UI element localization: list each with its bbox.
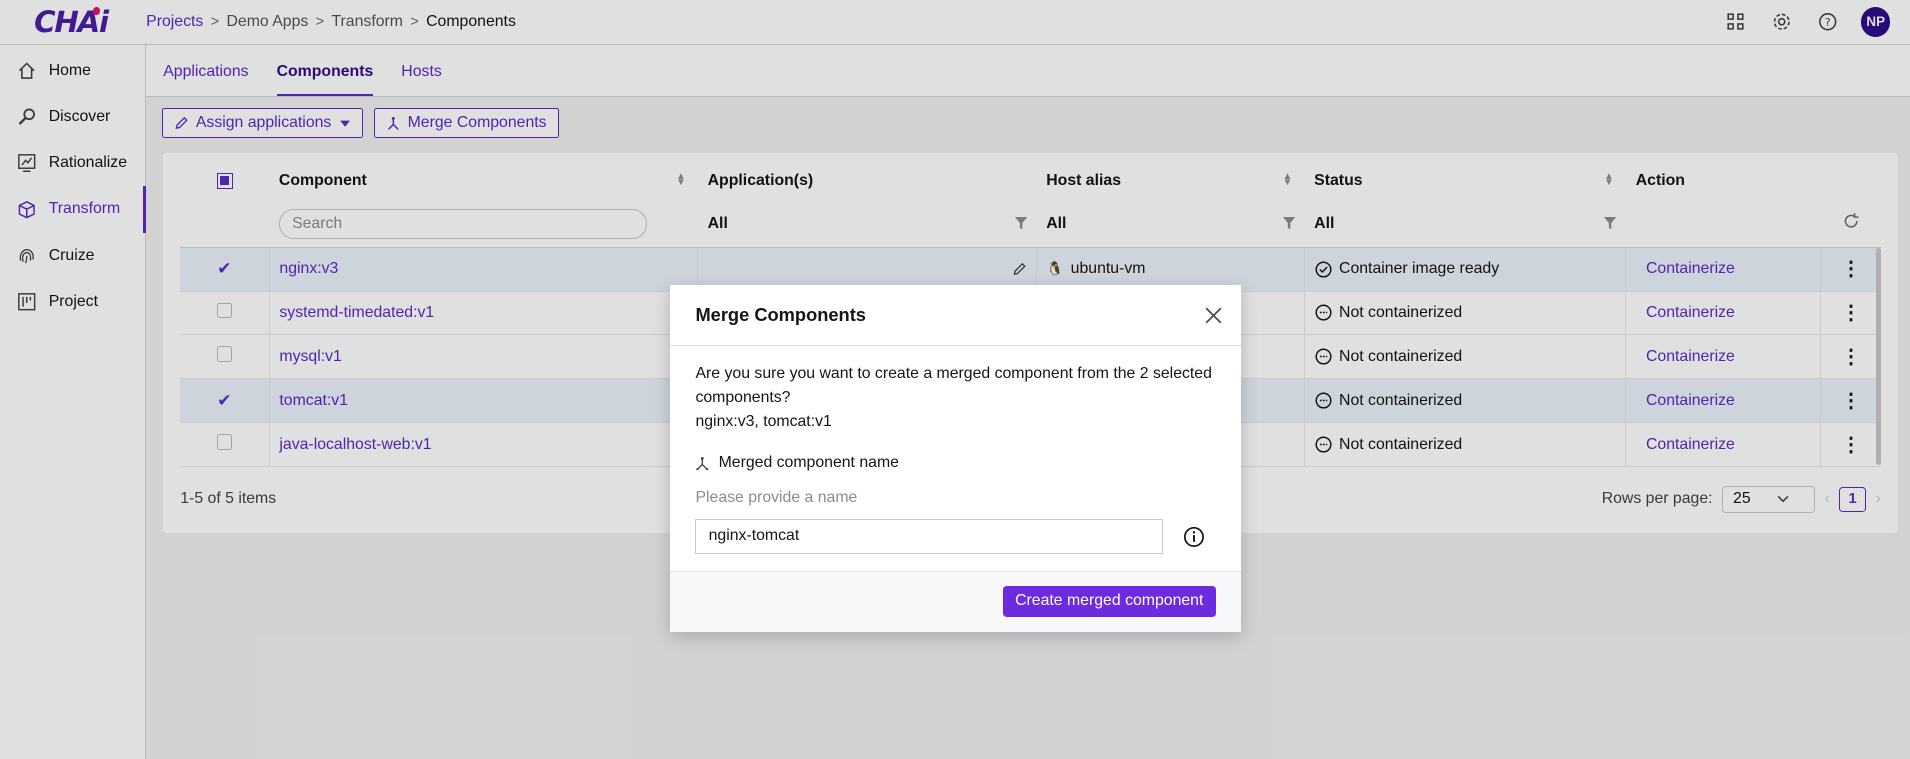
modal-title: Merge Components	[669, 285, 1242, 346]
modal-message: Are you sure you want to create a merged…	[695, 364, 1212, 407]
merged-name-input[interactable]: nginx-tomcat	[695, 518, 1164, 555]
create-merged-component-button[interactable]: Create merged component	[1002, 585, 1216, 618]
close-icon[interactable]	[1205, 307, 1222, 324]
merged-name-label: Merged component name	[718, 453, 899, 471]
merge-components-modal: Merge Components Are you sure you want t…	[669, 285, 1242, 633]
selected-components-list: nginx:v3, tomcat:v1	[695, 413, 832, 431]
info-icon[interactable]	[1183, 526, 1205, 548]
merged-name-hint: Please provide a name	[695, 488, 858, 506]
modal-footer: Create merged component	[669, 571, 1242, 633]
merge-icon	[696, 456, 709, 471]
